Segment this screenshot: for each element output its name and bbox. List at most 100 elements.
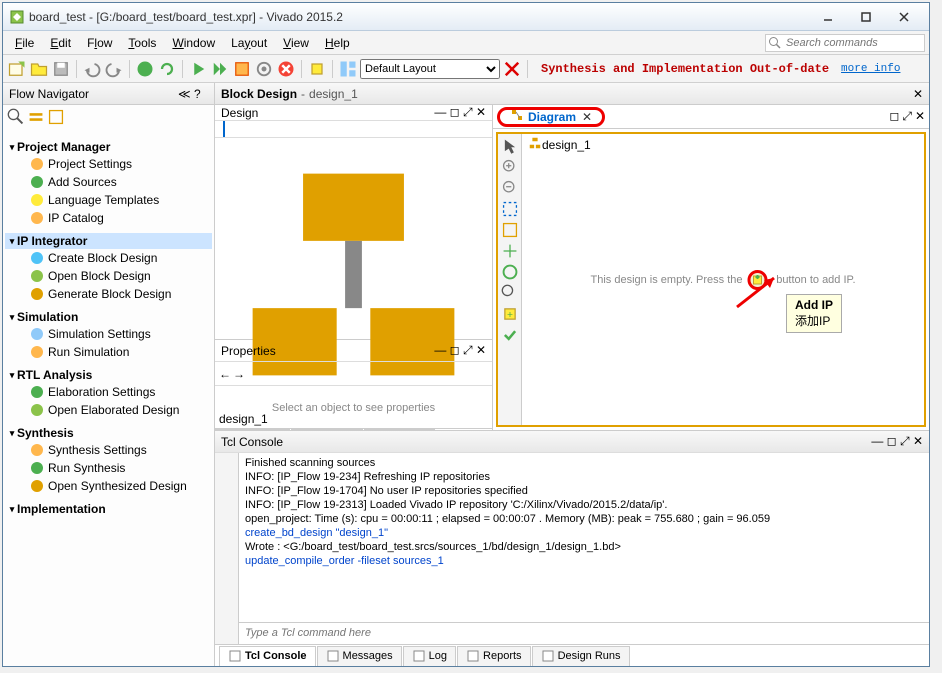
nav-group[interactable]: ▾ Implementation — [5, 501, 212, 517]
menu-help[interactable]: Help — [317, 34, 358, 52]
nav-group[interactable]: ▾ Synthesis — [5, 425, 212, 441]
minimize-icon[interactable]: — — [434, 343, 446, 357]
menu-flow[interactable]: Flow — [79, 34, 120, 52]
restore-icon[interactable]: ◻ — [887, 434, 897, 448]
bottom-tab[interactable]: Messages — [317, 646, 402, 666]
forward-icon[interactable]: → — [233, 367, 245, 381]
diagram-tab[interactable]: Diagram ✕ — [497, 107, 605, 127]
diagram-canvas[interactable]: design_1 This design is empty. Press the… — [522, 134, 924, 425]
layout-select[interactable]: Default Layout — [360, 59, 500, 79]
bottom-tab[interactable]: Reports — [457, 646, 531, 666]
regenerate-icon[interactable] — [501, 263, 519, 281]
nav-item[interactable]: Generate Block Design — [5, 285, 212, 303]
zoom-fit-icon[interactable] — [501, 200, 519, 218]
nav-item[interactable]: Language Templates — [5, 191, 212, 209]
new-project-icon[interactable] — [7, 59, 27, 79]
nav-group[interactable]: ▾ Project Manager — [5, 139, 212, 155]
reset-layout-icon[interactable] — [502, 59, 522, 79]
minimize-button[interactable] — [809, 6, 847, 28]
menu-view[interactable]: View — [275, 34, 317, 52]
close-icon[interactable]: ✕ — [476, 343, 486, 357]
zoom-in-icon[interactable] — [501, 158, 519, 176]
nav-item[interactable]: Synthesis Settings — [5, 441, 212, 459]
nav-item[interactable]: Open Block Design — [5, 267, 212, 285]
diagram-toolbar: + — [498, 134, 522, 425]
search-commands[interactable] — [765, 34, 925, 52]
restore-icon[interactable]: ◻ — [450, 105, 460, 119]
nav-item[interactable]: Run Synthesis — [5, 459, 212, 477]
maximize-button[interactable] — [847, 6, 885, 28]
auto-fit-icon[interactable] — [501, 242, 519, 260]
close-icon[interactable]: ✕ — [476, 105, 486, 119]
cancel-run-icon[interactable] — [276, 59, 296, 79]
nav-group[interactable]: ▾ Simulation — [5, 309, 212, 325]
menu-edit[interactable]: Edit — [42, 34, 79, 52]
more-info-link[interactable]: more info — [841, 63, 900, 75]
settings-icon[interactable] — [254, 59, 274, 79]
tcl-log[interactable]: Finished scanning sourcesINFO: [IP_Flow … — [239, 453, 929, 622]
search-icon[interactable] — [7, 108, 25, 126]
search-icon[interactable] — [501, 284, 519, 302]
nav-item[interactable]: Add Sources — [5, 173, 212, 191]
back-icon[interactable]: ← — [219, 367, 231, 381]
maximize-icon[interactable]: ⤢ — [463, 343, 473, 357]
redo-icon[interactable] — [104, 59, 124, 79]
select-area-icon[interactable] — [501, 221, 519, 239]
tab-icon — [326, 649, 340, 663]
minimize-icon[interactable]: — — [434, 105, 446, 119]
expand-icon[interactable] — [47, 108, 65, 126]
status-text: Synthesis and Implementation Out-of-date — [541, 62, 829, 76]
ip-icon[interactable] — [307, 59, 327, 79]
gen-bitstream-icon[interactable] — [232, 59, 252, 79]
bottom-tab[interactable]: Log — [403, 646, 456, 666]
close-icon[interactable]: ✕ — [913, 434, 923, 448]
menu-layout[interactable]: Layout — [223, 34, 275, 52]
tree-view-icon[interactable] — [223, 121, 225, 137]
collapse-icon[interactable] — [27, 108, 45, 126]
zoom-out-icon[interactable] — [501, 179, 519, 197]
validate-icon[interactable] — [501, 326, 519, 344]
prev-icon[interactable]: ≪ — [178, 87, 192, 101]
close-button[interactable] — [885, 6, 923, 28]
menu-window[interactable]: Window — [164, 34, 223, 52]
close-icon[interactable]: ✕ — [915, 109, 925, 124]
restore-icon[interactable]: ◻ — [450, 343, 460, 357]
item-icon — [29, 250, 45, 266]
menu-file[interactable]: File — [7, 34, 42, 52]
nav-item[interactable]: IP Catalog — [5, 209, 212, 227]
restore-icon[interactable]: ◻ — [889, 109, 899, 124]
run-impl-icon[interactable] — [210, 59, 230, 79]
minimize-icon[interactable]: — — [871, 434, 883, 448]
nav-item[interactable]: Create Block Design — [5, 249, 212, 267]
nav-item[interactable]: Project Settings — [5, 155, 212, 173]
close-tab-icon[interactable]: ✕ — [582, 110, 592, 124]
nav-item[interactable]: Open Elaborated Design — [5, 401, 212, 419]
menu-tools[interactable]: Tools — [120, 34, 164, 52]
add-ip-icon[interactable]: + — [501, 305, 519, 323]
search-input[interactable] — [765, 34, 925, 52]
save-icon[interactable] — [51, 59, 71, 79]
nav-item[interactable]: Run Simulation — [5, 343, 212, 361]
maximize-icon[interactable]: ⤢ — [463, 105, 473, 119]
nav-group[interactable]: ▾ IP Integrator — [5, 233, 212, 249]
add-ip-button[interactable] — [748, 270, 768, 290]
close-icon[interactable]: ✕ — [913, 87, 923, 101]
undo-icon[interactable] — [82, 59, 102, 79]
run-synth-icon[interactable] — [188, 59, 208, 79]
refresh-icon[interactable] — [157, 59, 177, 79]
project-summary-icon[interactable] — [135, 59, 155, 79]
bottom-tab[interactable]: Tcl Console — [219, 646, 316, 666]
bottom-tab[interactable]: Design Runs — [532, 646, 630, 666]
maximize-icon[interactable]: ⤢ — [902, 109, 912, 124]
open-icon[interactable] — [29, 59, 49, 79]
pointer-icon[interactable] — [501, 137, 519, 155]
tcl-input[interactable] — [239, 623, 929, 643]
nav-group[interactable]: ▾ RTL Analysis — [5, 367, 212, 383]
maximize-icon[interactable]: ⤢ — [900, 434, 910, 448]
nav-item[interactable]: Open Synthesized Design — [5, 477, 212, 495]
tcl-console-panel: Tcl Console — ◻ ⤢ ✕ — [215, 430, 929, 666]
nav-item[interactable]: Elaboration Settings — [5, 383, 212, 401]
help-icon[interactable]: ? — [194, 87, 208, 101]
nav-item[interactable]: Simulation Settings — [5, 325, 212, 343]
layout-icon[interactable] — [338, 59, 358, 79]
